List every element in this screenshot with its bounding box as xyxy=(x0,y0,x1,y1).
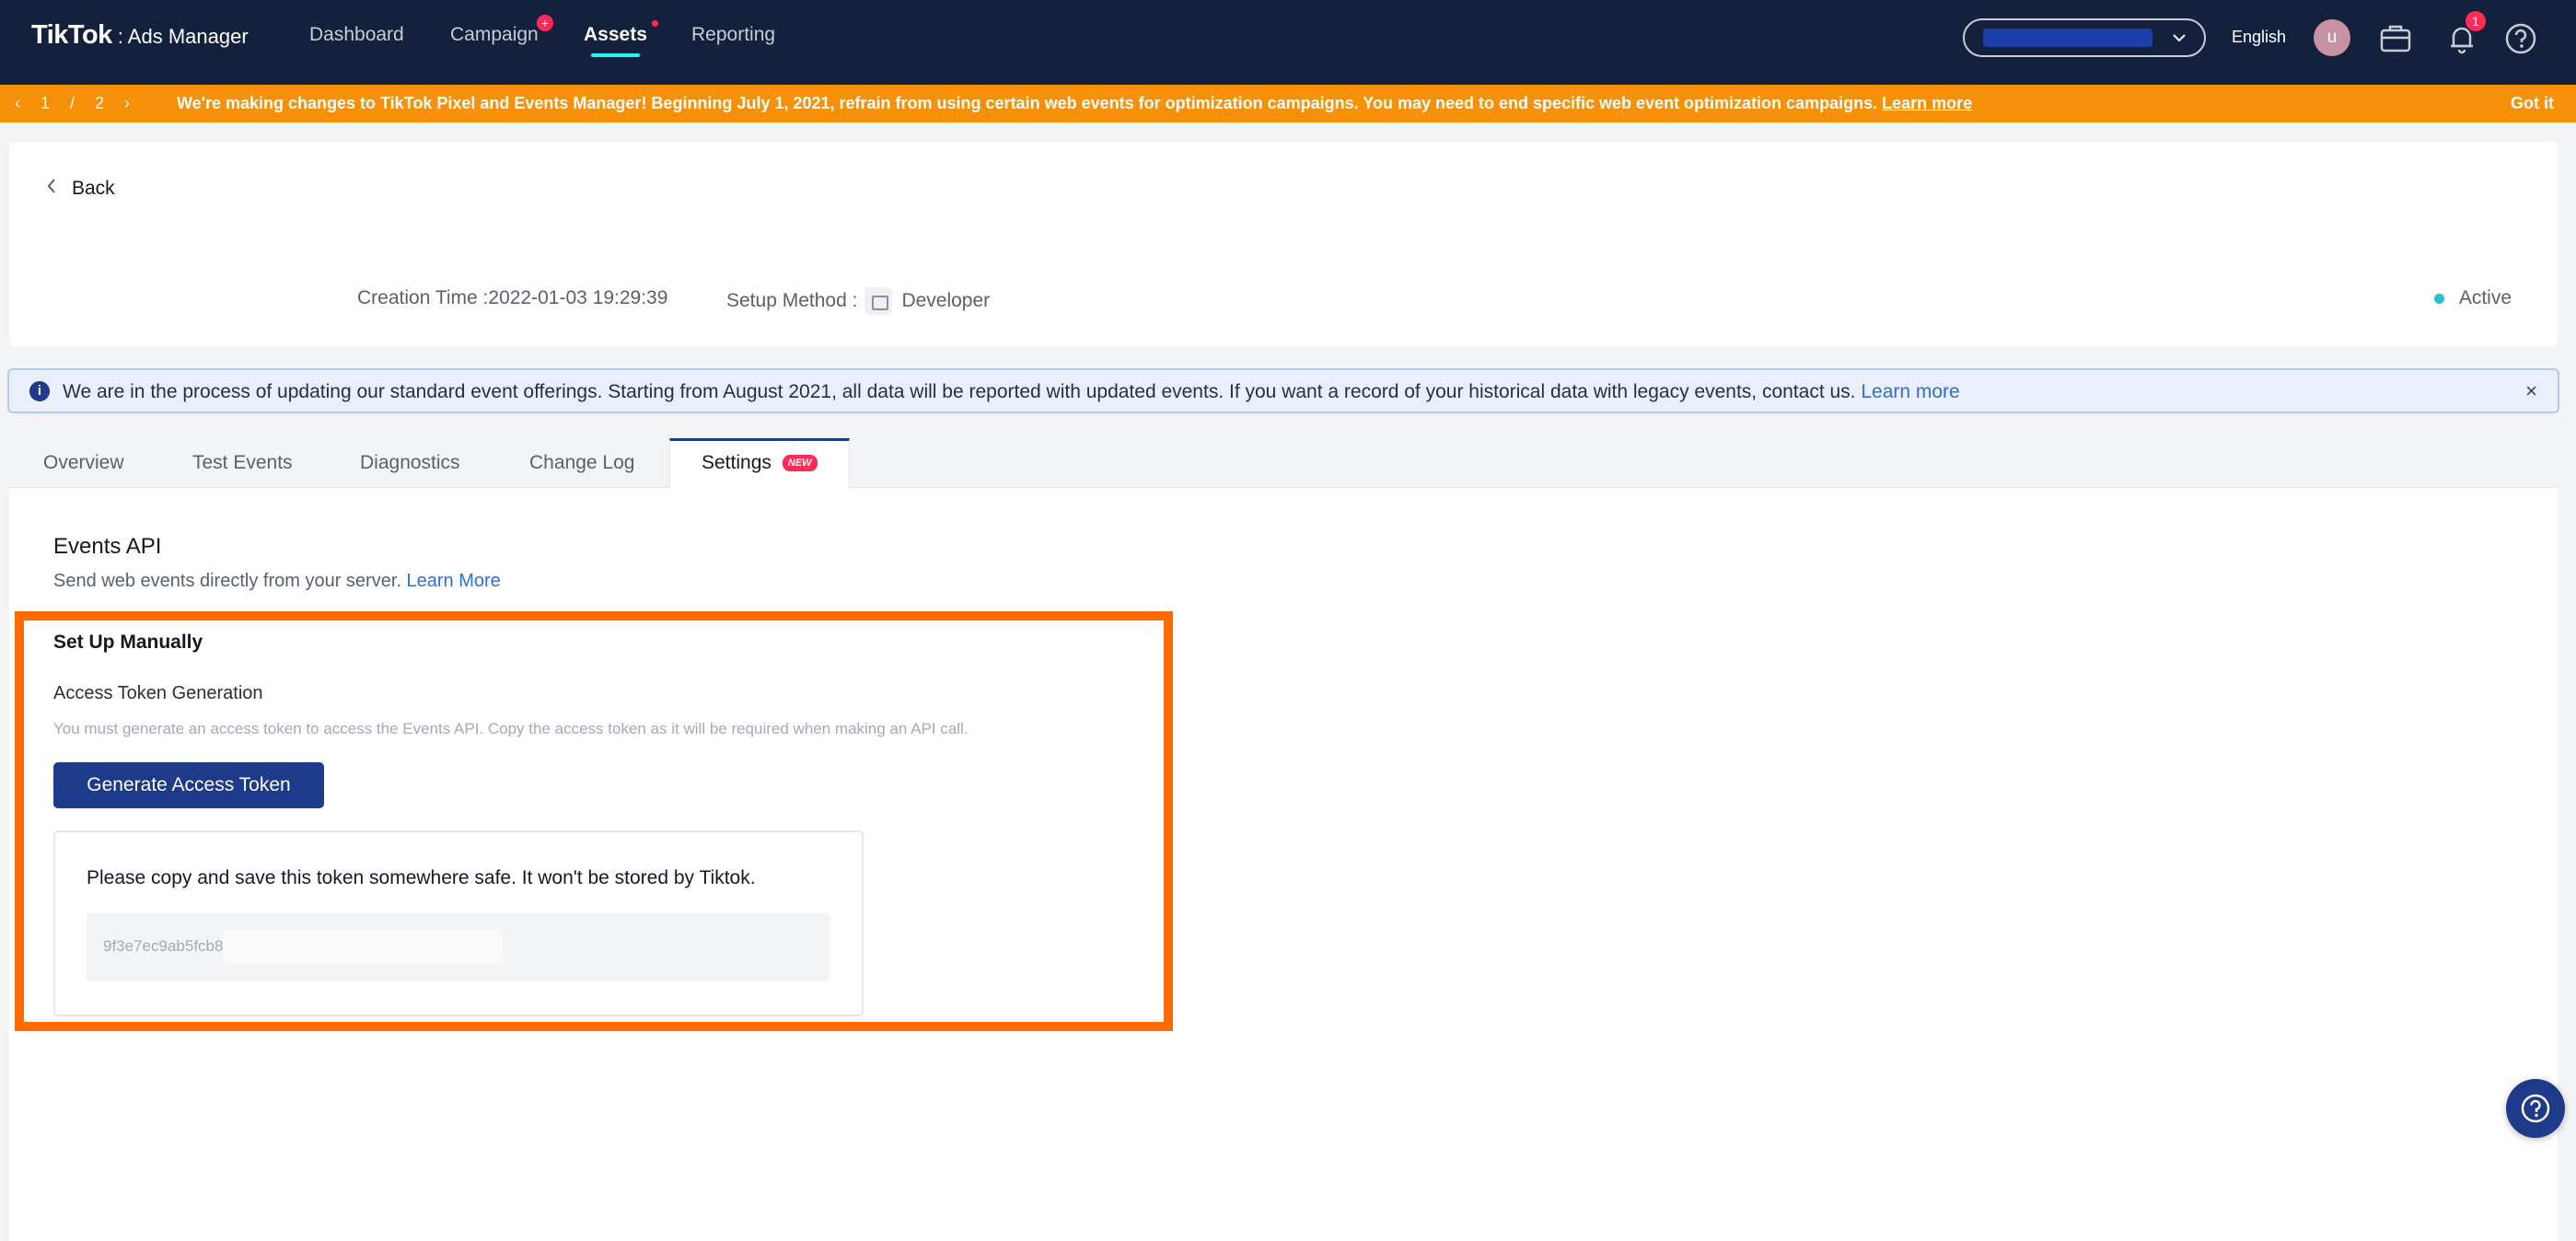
logo-product: : Ads Manager xyxy=(117,25,249,48)
pixel-header-card: Back Creation Time : 2022-01-03 19:29:39… xyxy=(9,142,2558,346)
nav-assets[interactable]: Assets xyxy=(584,20,658,57)
banner-date: July 1, 2021 xyxy=(737,94,830,112)
nav-assets-label: Assets xyxy=(584,24,647,45)
nav-active-indicator xyxy=(591,53,640,57)
briefcase-icon[interactable] xyxy=(2377,20,2414,57)
creation-time: Creation Time : 2022-01-03 19:29:39 xyxy=(357,287,667,309)
setup-method-label: Setup Method : xyxy=(726,290,858,311)
alert-message: We are in the process of updating our st… xyxy=(63,381,1960,403)
help-icon xyxy=(2521,1094,2550,1123)
back-label: Back xyxy=(72,178,115,199)
banner-text-prefix: We're making changes to TikTok Pixel and… xyxy=(177,94,737,112)
avatar[interactable]: u xyxy=(2314,19,2350,56)
token-save-message: Please copy and save this token somewher… xyxy=(87,867,756,888)
setup-method-value: Developer xyxy=(901,290,991,311)
banner-pager: ‹ 1 / 2 › xyxy=(15,94,130,113)
help-chat-button[interactable] xyxy=(2506,1079,2565,1138)
nav-reporting[interactable]: Reporting xyxy=(691,24,775,46)
tab-change-log[interactable]: Change Log xyxy=(529,438,634,488)
account-name-redacted xyxy=(1983,29,2152,47)
chevron-down-icon xyxy=(2171,26,2187,54)
events-api-learn-more-link[interactable]: Learn More xyxy=(407,571,501,591)
notification-count-badge: 1 xyxy=(2466,11,2486,31)
banner-page-current: 1 xyxy=(41,94,51,112)
creation-time-label: Creation Time : xyxy=(357,287,489,308)
top-nav: TikTok : Ads Manager Dashboard Campaign … xyxy=(0,0,2576,85)
banner-message: We're making changes to TikTok Pixel and… xyxy=(177,94,1972,113)
tab-settings-label: Settings xyxy=(702,452,772,473)
nav-dashboard[interactable]: Dashboard xyxy=(309,24,404,46)
chevron-right-icon[interactable]: › xyxy=(124,94,130,113)
tab-settings[interactable]: Settings NEW xyxy=(669,438,850,488)
logo[interactable]: TikTok : Ads Manager xyxy=(31,20,249,64)
alert-text: We are in the process of updating our st… xyxy=(63,381,1862,402)
status-label: Active xyxy=(2458,287,2512,308)
code-icon xyxy=(864,287,893,315)
nav-campaign[interactable]: Campaign + xyxy=(450,15,553,46)
events-api-desc-text: Send web events directly from your serve… xyxy=(53,571,407,591)
chevron-left-icon xyxy=(46,177,57,201)
close-icon[interactable]: × xyxy=(2525,379,2537,403)
banner-learn-more-link[interactable]: Learn more xyxy=(1882,94,1972,112)
account-selector[interactable] xyxy=(1963,18,2206,57)
token-field[interactable]: 9f3e7ec9ab5fcb8 xyxy=(87,913,830,981)
tab-bar: Overview Test Events Diagnostics Change … xyxy=(9,438,2558,488)
status-dot xyxy=(2433,293,2444,304)
nav-campaign-label: Campaign xyxy=(450,24,539,45)
help-icon[interactable] xyxy=(2502,20,2539,57)
new-badge: NEW xyxy=(782,455,818,472)
back-button[interactable]: Back xyxy=(46,177,115,201)
access-token-title: Access Token Generation xyxy=(53,683,263,703)
access-token-description: You must generate an access token to acc… xyxy=(53,720,969,737)
events-api-description: Send web events directly from your serve… xyxy=(53,571,501,592)
info-alert: i We are in the process of updating our … xyxy=(7,368,2559,413)
language-selector[interactable]: English xyxy=(2232,28,2286,47)
announcement-banner: ‹ 1 / 2 › We're making changes to TikTok… xyxy=(0,85,2576,122)
banner-page-separator: / xyxy=(70,94,75,112)
banner-got-it-button[interactable]: Got it xyxy=(2511,94,2554,113)
token-card: Please copy and save this token somewher… xyxy=(53,830,864,1016)
setup-method: Setup Method : Developer xyxy=(726,287,990,315)
generate-access-token-button[interactable]: Generate Access Token xyxy=(53,762,324,808)
tab-test-events[interactable]: Test Events xyxy=(192,438,293,488)
events-api-title: Events API xyxy=(53,534,162,559)
token-value: 9f3e7ec9ab5fcb8 xyxy=(103,937,224,955)
banner-text-suffix: , refrain from using certain web events … xyxy=(830,94,1883,112)
chevron-left-icon[interactable]: ‹ xyxy=(15,94,20,113)
creation-time-value: 2022-01-03 19:29:39 xyxy=(488,287,668,308)
banner-page-total: 2 xyxy=(95,94,105,112)
info-icon: i xyxy=(29,381,50,401)
tab-overview[interactable]: Overview xyxy=(43,438,124,488)
logo-brand: TikTok xyxy=(31,20,112,50)
tab-diagnostics[interactable]: Diagnostics xyxy=(360,438,460,488)
token-redaction xyxy=(223,930,503,963)
status-badge: Active xyxy=(2433,287,2512,309)
alert-learn-more-link[interactable]: Learn more xyxy=(1861,381,1959,402)
assets-notification-dot xyxy=(651,20,658,27)
campaign-plus-badge: + xyxy=(536,15,553,31)
setup-manually-title: Set Up Manually xyxy=(53,632,203,653)
